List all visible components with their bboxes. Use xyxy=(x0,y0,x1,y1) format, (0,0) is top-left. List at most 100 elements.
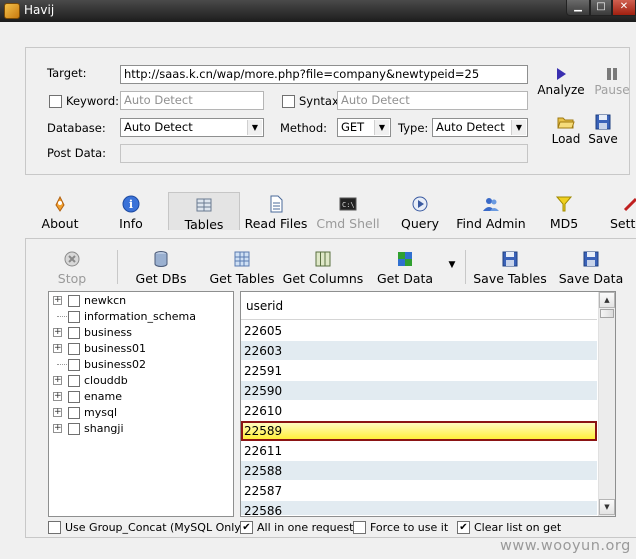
tree-node[interactable]: + clouddb xyxy=(49,373,233,389)
havij-app-icon xyxy=(4,3,20,19)
floppy-disk-icon xyxy=(583,251,599,267)
save-label: Save xyxy=(588,132,618,146)
expand-plus-icon[interactable]: + xyxy=(53,328,62,337)
database-icon xyxy=(154,251,168,267)
tree-node-label: business xyxy=(84,326,132,339)
keyword-checkbox[interactable] xyxy=(49,95,62,108)
table-row[interactable]: 22605 xyxy=(241,321,597,341)
keyword-input[interactable]: Auto Detect xyxy=(120,91,264,110)
load-button[interactable]: Load xyxy=(549,114,583,146)
tree-node[interactable]: information_schema xyxy=(49,309,233,325)
tab-settings[interactable]: Setti xyxy=(610,195,636,231)
save-data-button[interactable]: Save Data xyxy=(558,250,624,286)
syntax-checkbox[interactable] xyxy=(282,95,295,108)
get-data-dropdown[interactable]: ▼ xyxy=(446,260,458,272)
group-concat-checkbox[interactable] xyxy=(48,521,61,534)
type-select[interactable]: Auto Detect ▼ xyxy=(432,118,528,137)
table-row[interactable]: 22611 xyxy=(241,441,597,461)
play-triangle-icon xyxy=(557,68,566,80)
database-label: Database: xyxy=(47,121,106,135)
tree-checkbox[interactable] xyxy=(68,311,80,323)
stop-button[interactable]: Stop xyxy=(48,250,96,286)
data-grid[interactable]: userid 22605 22603 22591 22590 22610 225… xyxy=(240,291,616,517)
database-tree[interactable]: + newkcn information_schema + business +… xyxy=(48,291,234,517)
scroll-down-button[interactable]: ▼ xyxy=(599,499,615,515)
column-header-userid[interactable]: userid xyxy=(241,292,597,320)
scrollbar-thumb[interactable] xyxy=(600,309,614,318)
tab-tables[interactable]: Tables xyxy=(168,192,240,232)
funnel-icon xyxy=(555,196,573,212)
tab-md5[interactable]: MD5 xyxy=(546,195,582,231)
table-row[interactable]: 22588 xyxy=(241,461,597,481)
maximize-button[interactable]: □ xyxy=(590,0,612,16)
expand-plus-icon[interactable]: + xyxy=(53,408,62,417)
post-data-label: Post Data: xyxy=(47,146,107,160)
target-url-input[interactable]: http://saas.k.cn/wap/more.php?file=compa… xyxy=(120,65,528,84)
table-row[interactable]: 22610 xyxy=(241,401,597,421)
tree-checkbox[interactable] xyxy=(68,391,80,403)
tree-checkbox[interactable] xyxy=(68,295,80,307)
minimize-button[interactable]: ▁ xyxy=(566,0,590,16)
chevron-down-icon: ▼ xyxy=(448,260,456,270)
tree-node[interactable]: + newkcn xyxy=(49,293,233,309)
tree-checkbox[interactable] xyxy=(68,407,80,419)
scroll-up-button[interactable]: ▲ xyxy=(599,292,615,308)
tree-node[interactable]: + shangji xyxy=(49,421,233,437)
tree-checkbox[interactable] xyxy=(68,327,80,339)
table-row[interactable]: 22603 xyxy=(241,341,597,361)
tree-checkbox[interactable] xyxy=(68,375,80,387)
tab-info[interactable]: i Info xyxy=(110,195,152,231)
tree-node-label: newkcn xyxy=(84,294,127,307)
save-button[interactable]: Save xyxy=(587,114,619,146)
expand-plus-icon[interactable]: + xyxy=(53,376,62,385)
all-in-one-checkbox[interactable]: ✔ xyxy=(240,521,253,534)
pause-label: Pause xyxy=(594,83,630,97)
terminal-icon: C:\ xyxy=(339,197,357,211)
clear-list-checkbox[interactable]: ✔ xyxy=(457,521,470,534)
tree-connector xyxy=(57,364,67,365)
tree-checkbox[interactable] xyxy=(68,343,80,355)
tree-node[interactable]: business02 xyxy=(49,357,233,373)
tab-query[interactable]: Query xyxy=(398,195,442,231)
get-data-button[interactable]: Get Data xyxy=(374,250,436,286)
expand-plus-icon[interactable]: + xyxy=(53,296,62,305)
title-bar[interactable] xyxy=(0,0,636,22)
tab-read-files[interactable]: Read Files xyxy=(244,195,308,231)
close-button[interactable]: ✕ xyxy=(612,0,636,16)
table-row[interactable]: 22586 xyxy=(241,501,597,516)
tree-node[interactable]: + business xyxy=(49,325,233,341)
get-columns-button[interactable]: Get Columns xyxy=(282,250,364,286)
method-select[interactable]: GET ▼ xyxy=(337,118,391,137)
minimize-icon: ▁ xyxy=(574,1,582,12)
get-dbs-button[interactable]: Get DBs xyxy=(133,250,189,286)
database-select[interactable]: Auto Detect ▼ xyxy=(120,118,264,137)
tree-node[interactable]: + business01 xyxy=(49,341,233,357)
window-title: Havij xyxy=(24,3,55,17)
tree-checkbox[interactable] xyxy=(68,423,80,435)
syntax-input[interactable]: Auto Detect xyxy=(337,91,528,110)
get-tables-button[interactable]: Get Tables xyxy=(206,250,278,286)
tree-node[interactable]: + mysql xyxy=(49,405,233,421)
expand-plus-icon[interactable]: + xyxy=(53,424,62,433)
table-row-selected[interactable]: 22589 xyxy=(241,421,597,441)
table-row[interactable]: 22590 xyxy=(241,381,597,401)
pause-button[interactable]: Pause xyxy=(592,67,632,97)
analyze-button[interactable]: Analyze xyxy=(537,67,585,97)
tab-about[interactable]: About xyxy=(36,195,84,231)
vertical-scrollbar[interactable]: ▲ ▼ xyxy=(598,292,615,516)
expand-plus-icon[interactable]: + xyxy=(53,392,62,401)
table-row[interactable]: 22587 xyxy=(241,481,597,501)
tab-find-admin[interactable]: Find Admin xyxy=(456,195,526,231)
force-checkbox[interactable] xyxy=(353,521,366,534)
save-tables-button[interactable]: Save Tables xyxy=(472,250,548,286)
expand-plus-icon[interactable]: + xyxy=(53,344,62,353)
tree-node[interactable]: + ename xyxy=(49,389,233,405)
folder-open-icon xyxy=(557,117,575,129)
tree-checkbox[interactable] xyxy=(68,359,80,371)
tab-cmd-shell[interactable]: C:\ Cmd Shell xyxy=(316,195,380,231)
tree-node-label: business02 xyxy=(84,358,146,371)
stop-icon xyxy=(64,251,80,267)
post-data-input[interactable] xyxy=(120,144,528,163)
about-rocket-icon xyxy=(55,195,65,212)
table-row[interactable]: 22591 xyxy=(241,361,597,381)
